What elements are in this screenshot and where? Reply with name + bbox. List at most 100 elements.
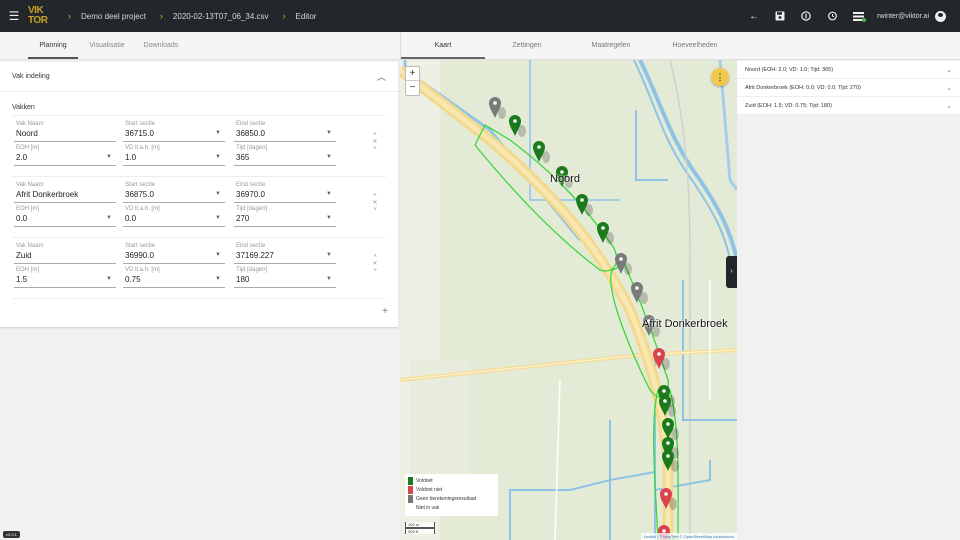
summary-item-afrit-donkerbroek[interactable]: Afrit Donkerbroek (EOH: 0.0; VD: 0.0; Ti… [737, 79, 960, 97]
vak-row: Vak Naam Noord Start sectie 36715.0 ▼ Ei… [12, 116, 386, 177]
delete-icon[interactable]: ✕ [372, 139, 377, 146]
move-up-icon[interactable]: ˄ [373, 132, 377, 139]
map-marker-voldoet[interactable] [597, 222, 614, 244]
eoh-select[interactable]: EOH [m] 2.0 ▼ [14, 142, 116, 166]
tijd-select[interactable]: Tijd [dagen] 270 ▼ [234, 203, 336, 227]
tab-hoeveelheden[interactable]: Hoeveelheden [653, 32, 737, 59]
tab-downloads[interactable]: Downloads [134, 32, 188, 59]
map-attribution[interactable]: Leaflet | © MapTiler © OpenStreetMap con… [640, 533, 737, 540]
history-icon[interactable] [819, 11, 845, 21]
legend-label: Voldoet [416, 477, 433, 484]
map-marker-voldoet[interactable] [576, 194, 593, 216]
field-label: VD lt.a.h. [m] [125, 145, 160, 151]
move-down-icon[interactable]: ˅ [373, 268, 377, 275]
summary-item-zuid[interactable]: Zuid (EOH: 1.5; VD: 0.75; Tijd: 180) ⌄ [737, 97, 960, 115]
field-label: Start sectie [125, 243, 156, 249]
breadcrumb-editor[interactable]: Editor [296, 12, 317, 21]
version-badge: v0.0.1 [3, 531, 20, 538]
vd-select[interactable]: VD lt.a.h. [m] 1.0 ▼ [123, 142, 225, 166]
field-value: 36715.0 [125, 129, 154, 138]
add-vak-button[interactable]: + [382, 306, 388, 317]
tab-visualisatie[interactable]: Visualisatie [80, 32, 134, 59]
field-label: Tijd [dagen] [236, 145, 268, 151]
tijd-select[interactable]: Tijd [dagen] 180 ▼ [234, 264, 336, 288]
field-value: 2.0 [16, 153, 28, 162]
move-down-icon[interactable]: ˅ [373, 146, 377, 153]
hamburger-menu-icon[interactable]: ☰ [0, 9, 28, 23]
vak-row: Vak Naam Zuid Start sectie 36990.0 ▼ Ein… [12, 238, 386, 299]
breadcrumb-file[interactable]: 2020-02-13T07_06_34.csv [173, 12, 269, 21]
chevron-right-icon: › [68, 11, 71, 21]
map-tabs: Kaart Zettingen Maatregelen Hoeveelheden [400, 32, 737, 60]
marker-dot [662, 389, 666, 393]
user-email[interactable]: rwinter@viktor.ai [877, 13, 929, 20]
summary-item-noord[interactable]: Noord (EOH: 2.0; VD: 1.0; Tijd: 365) ⌄ [737, 61, 960, 79]
field-value: 36850.0 [236, 129, 265, 138]
dropdown-arrow-icon: ▼ [326, 276, 332, 282]
dropdown-arrow-icon: ▼ [215, 276, 221, 282]
dropdown-arrow-icon: ▼ [326, 154, 332, 160]
left-tabs: Planning Visualisatie Downloads [0, 32, 400, 60]
back-arrow-icon[interactable]: ← [741, 11, 767, 22]
vak-naam-field[interactable]: Vak Naam Afrit Donkerbroek [14, 179, 116, 203]
vd-select[interactable]: VD lt.a.h. [m] 0.75 ▼ [123, 264, 225, 288]
account-icon[interactable] [935, 10, 946, 22]
tab-planning[interactable]: Planning [26, 32, 80, 59]
viktor-logo[interactable]: VIK TOR [28, 3, 54, 29]
chevron-right-icon: › [282, 11, 286, 21]
map-view[interactable]: Noord Afrit Donkerbroek + − ⋮ › Voldoet … [400, 60, 737, 540]
save-icon[interactable] [767, 11, 793, 21]
vak-naam-field[interactable]: Vak Naam Noord [14, 118, 116, 142]
field-value: 365 [236, 153, 250, 162]
eind-sectie-select[interactable]: Eind sectie 36970.0 ▼ [234, 179, 336, 203]
delete-icon[interactable]: ✕ [372, 261, 377, 268]
move-up-icon[interactable]: ˄ [373, 193, 377, 200]
map-marker-voldoet[interactable] [509, 115, 526, 137]
vak-indeling-card: Vak indeling ︿ Vakken Vak Naam Noord Sta… [0, 62, 398, 327]
tab-zettingen[interactable]: Zettingen [485, 32, 569, 59]
legend-swatch [408, 485, 413, 494]
card-header[interactable]: Vak indeling ︿ [0, 62, 398, 92]
info-icon[interactable] [793, 11, 819, 21]
expand-panel-handle[interactable]: › [726, 256, 737, 288]
vak-naam-field[interactable]: Vak Naam Zuid [14, 240, 116, 264]
tab-maatregelen[interactable]: Maatregelen [569, 32, 653, 59]
logo-line-2: TOR [28, 15, 48, 26]
eoh-select[interactable]: EOH [m] 1.5 ▼ [14, 264, 116, 288]
vd-select[interactable]: VD lt.a.h. [m] 0.0 ▼ [123, 203, 225, 227]
legend-label: Geen berekeningsresultaat [416, 495, 477, 502]
dropdown-arrow-icon: ▼ [215, 130, 221, 136]
field-value: 36990.0 [125, 251, 154, 260]
right-panel: Noord (EOH: 2.0; VD: 1.0; Tijd: 365) ⌄ A… [737, 32, 960, 540]
legend-item: Voldoet niet [408, 485, 495, 494]
dropdown-arrow-icon: ▼ [215, 252, 221, 258]
chevron-down-icon: ⌄ [946, 84, 952, 92]
start-sectie-select[interactable]: Start sectie 36715.0 ▼ [123, 118, 225, 142]
start-sectie-select[interactable]: Start sectie 36875.0 ▼ [123, 179, 225, 203]
tab-kaart[interactable]: Kaart [401, 32, 485, 59]
tijd-select[interactable]: Tijd [dagen] 365 ▼ [234, 142, 336, 166]
chevron-up-icon[interactable]: ︿ [377, 70, 386, 83]
notification-dot [862, 17, 867, 22]
field-value: 180 [236, 275, 250, 284]
map-marker-geen[interactable] [615, 253, 632, 275]
chevron-down-icon: ⌄ [946, 102, 952, 110]
zoom-out-button[interactable]: − [406, 81, 419, 95]
eind-sectie-select[interactable]: Eind sectie 37169.227 ▼ [234, 240, 336, 264]
zoom-in-button[interactable]: + [406, 67, 419, 81]
eind-sectie-select[interactable]: Eind sectie 36850.0 ▼ [234, 118, 336, 142]
delete-icon[interactable]: ✕ [372, 200, 377, 207]
move-down-icon[interactable]: ˅ [373, 207, 377, 214]
field-label: EOH [m] [16, 206, 40, 212]
move-up-icon[interactable]: ˄ [373, 254, 377, 261]
breadcrumb-project[interactable]: Demo deel project [81, 12, 146, 21]
row-controls: ˄ ✕ ˅ [370, 193, 380, 214]
eoh-select[interactable]: EOH [m] 0.0 ▼ [14, 203, 116, 227]
field-value: 0.75 [125, 275, 141, 284]
field-label: EOH [m] [16, 145, 40, 151]
start-sectie-select[interactable]: Start sectie 36990.0 ▼ [123, 240, 225, 264]
more-options-button[interactable]: ⋮ [711, 68, 729, 86]
map-marker-geen[interactable] [489, 97, 506, 119]
dropdown-arrow-icon: ▼ [215, 191, 221, 197]
list-icon[interactable] [845, 11, 871, 22]
